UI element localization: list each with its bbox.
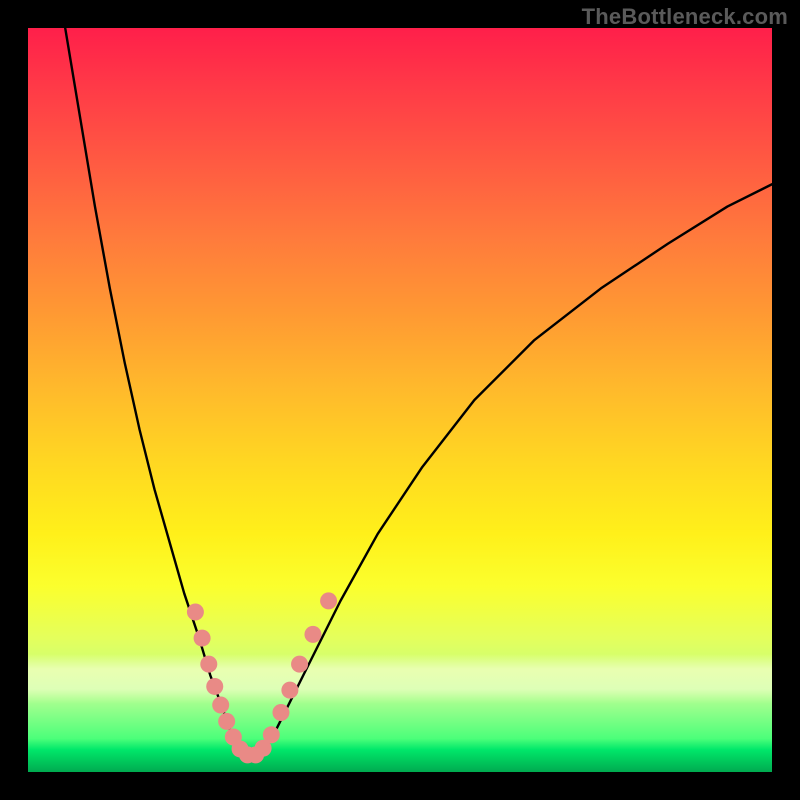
marker-group — [187, 592, 337, 763]
watermark-text: TheBottleneck.com — [582, 4, 788, 30]
marker-dot — [304, 626, 321, 643]
marker-dot — [263, 726, 280, 743]
curve-right-arm — [262, 184, 772, 753]
marker-dot — [194, 630, 211, 647]
marker-dot — [206, 678, 223, 695]
chart-frame: TheBottleneck.com — [0, 0, 800, 800]
marker-dot — [320, 592, 337, 609]
curve-left-arm — [65, 28, 242, 753]
plot-area — [28, 28, 772, 772]
bottleneck-curve — [65, 28, 772, 756]
marker-dot — [291, 656, 308, 673]
marker-dot — [281, 682, 298, 699]
marker-dot — [212, 697, 229, 714]
marker-dot — [272, 704, 289, 721]
curve-layer — [28, 28, 772, 772]
marker-dot — [187, 604, 204, 621]
marker-dot — [218, 713, 235, 730]
marker-dot — [200, 656, 217, 673]
